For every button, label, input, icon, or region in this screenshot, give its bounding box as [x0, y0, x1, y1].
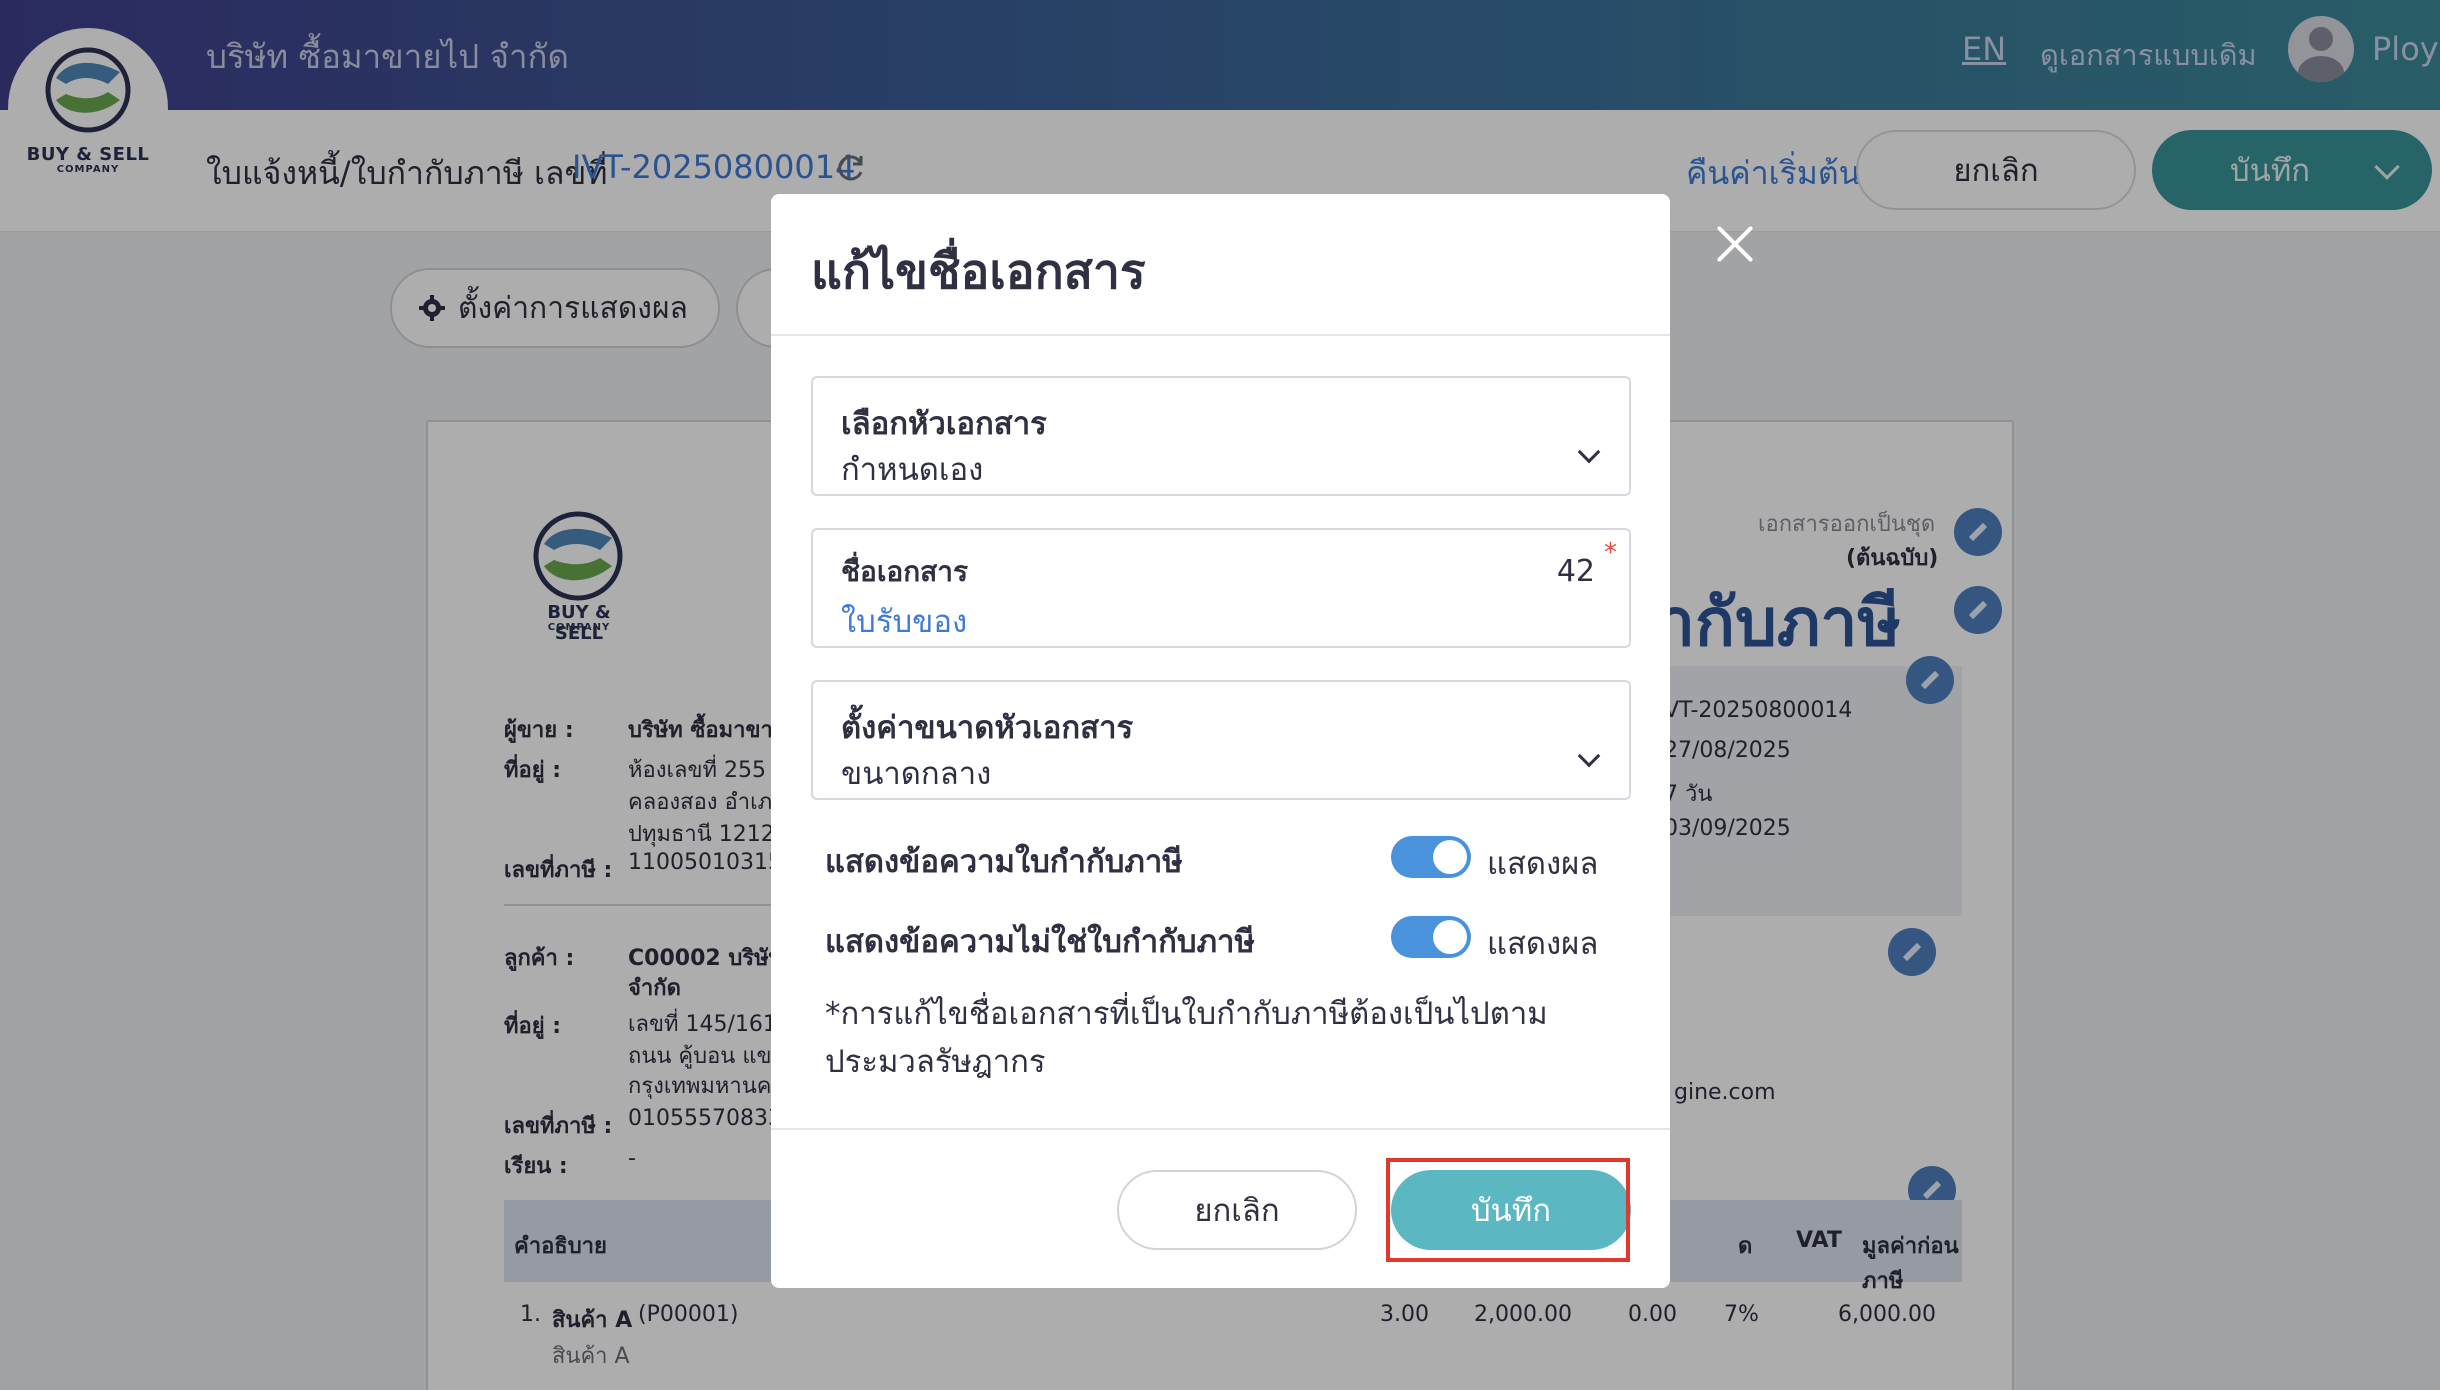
non-tax-invoice-toggle-state: แสดงผล [1487, 926, 1599, 962]
tax-invoice-toggle[interactable] [1391, 836, 1471, 878]
chevron-down-icon [1577, 440, 1601, 464]
tax-invoice-toggle-label: แสดงข้อความใบกำกับภาษี [825, 844, 1183, 880]
non-tax-invoice-toggle-label: แสดงข้อความไม่ใช่ใบกำกับภาษี [825, 924, 1255, 960]
document-name-field[interactable]: ชื่อเอกสาร ใบรับของ 42 * [811, 528, 1631, 648]
chevron-down-icon [1577, 744, 1601, 768]
header-size-dropdown[interactable]: ตั้งค่าขนาดหัวเอกสาร ขนาดกลาง [811, 680, 1631, 800]
dialog-footer-divider [771, 1128, 1670, 1130]
non-tax-invoice-toggle[interactable] [1391, 916, 1471, 958]
header-size-label: ตั้งค่าขนาดหัวเอกสาร [841, 710, 1134, 746]
dialog-header-divider [771, 334, 1670, 336]
character-count: 42 [1556, 554, 1595, 589]
save-button-highlight [1386, 1158, 1630, 1262]
close-icon[interactable] [1711, 220, 1759, 268]
required-marker: * [1604, 538, 1617, 568]
header-select-label: เลือกหัวเอกสาร [841, 406, 1047, 442]
revenue-code-note: *การแก้ไขชื่อเอกสารที่เป็นใบกำกับภาษีต้อ… [825, 996, 1548, 1080]
document-name-input[interactable]: ใบรับของ [841, 596, 967, 646]
tax-invoice-text-toggle-row: แสดงข้อความใบกำกับภาษี แสดงผล [825, 830, 1615, 882]
dialog-title: แก้ไขชื่อเอกสาร [811, 244, 1146, 300]
header-select-dropdown[interactable]: เลือกหัวเอกสาร กำหนดเอง [811, 376, 1631, 496]
header-size-value: ขนาดกลาง [841, 756, 992, 792]
rename-document-dialog: แก้ไขชื่อเอกสาร เลือกหัวเอกสาร กำหนดเอง … [771, 194, 1670, 1288]
header-select-value: กำหนดเอง [841, 452, 984, 488]
document-name-label: ชื่อเอกสาร [841, 555, 969, 588]
tax-invoice-toggle-state: แสดงผล [1487, 846, 1599, 882]
non-tax-invoice-text-toggle-row: แสดงข้อความไม่ใช่ใบกำกับภาษี แสดงผล [825, 910, 1615, 962]
dialog-cancel-button[interactable]: ยกเลิก [1117, 1170, 1357, 1250]
